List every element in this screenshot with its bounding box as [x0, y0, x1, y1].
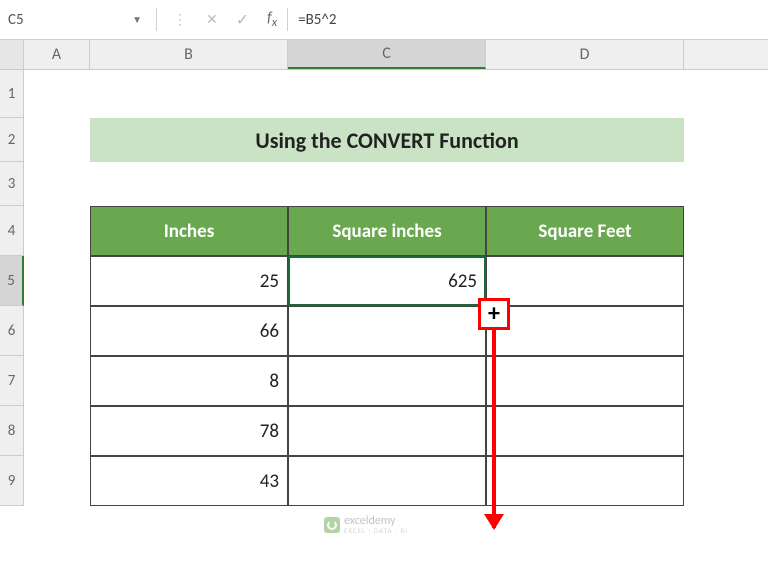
header-inches: Inches — [90, 206, 288, 256]
table-row: 78 — [90, 406, 684, 456]
cell-C8[interactable] — [288, 406, 486, 456]
header-sq-inches: Square inches — [288, 206, 486, 256]
plus-icon: + — [488, 302, 500, 326]
row-header-7[interactable]: 7 — [0, 356, 24, 406]
row-header-4[interactable]: 4 — [0, 206, 24, 256]
table-row: 8 — [90, 356, 684, 406]
divider — [156, 8, 157, 31]
cell-B6[interactable]: 66 — [90, 306, 288, 356]
row-header-6[interactable]: 6 — [0, 306, 24, 356]
col-header-C[interactable]: C — [288, 40, 486, 69]
select-all-corner[interactable] — [0, 40, 24, 69]
waterm、ark: exceldemy EXCEL · DATA · BI — [324, 515, 408, 534]
confirm-icon[interactable]: ✓ — [236, 10, 249, 30]
formula-bar: C5 ▼ ⋮ ✕ ✓ fx =B5^2 — [0, 0, 768, 40]
chevron-down-icon[interactable]: ▼ — [124, 13, 150, 26]
page-title: Using the CONVERT Function — [90, 118, 684, 162]
table-header-row: Inches Square inches Square Feet — [90, 206, 684, 256]
formula-bar-controls: ⋮ ✕ ✓ fx — [163, 9, 287, 30]
name-box[interactable]: C5 ▼ — [0, 0, 150, 39]
header-sq-feet: Square Feet — [486, 206, 684, 256]
cell-C6[interactable] — [288, 306, 486, 356]
formula-text: =B5^2 — [298, 11, 336, 29]
row-header-2[interactable]: 2 — [0, 118, 24, 162]
watermark-tagline: EXCEL · DATA · BI — [344, 527, 408, 534]
row-header-3[interactable]: 3 — [0, 162, 24, 206]
cell-C5[interactable]: 625 — [288, 256, 486, 306]
col-header-A[interactable]: A — [24, 40, 90, 69]
watermark-badge-icon — [324, 517, 340, 533]
drag-down-arrow-icon — [492, 328, 496, 528]
row-header-5[interactable]: 5 — [0, 256, 24, 306]
column-headers: A B C D — [0, 40, 768, 70]
table-row: 43 — [90, 456, 684, 506]
cell-B5[interactable]: 25 — [90, 256, 288, 306]
more-icon: ⋮ — [173, 11, 188, 28]
cell-D9[interactable] — [486, 456, 684, 506]
row-header-9[interactable]: 9 — [0, 456, 24, 506]
cells-area[interactable]: Using the CONVERT Function Inches Square… — [24, 70, 768, 506]
cell-D7[interactable] — [486, 356, 684, 406]
formula-input[interactable]: =B5^2 — [288, 11, 768, 29]
cell-B9[interactable]: 43 — [90, 456, 288, 506]
data-table: Inches Square inches Square Feet 25 625 … — [90, 206, 684, 506]
cell-D5[interactable] — [486, 256, 684, 306]
cell-D8[interactable] — [486, 406, 684, 456]
row-headers: 1 2 3 4 5 6 7 8 9 — [0, 70, 24, 506]
col-header-D[interactable]: D — [486, 40, 684, 69]
fx-icon[interactable]: fx — [267, 9, 277, 30]
table-row: 25 625 — [90, 256, 684, 306]
table-row: 66 — [90, 306, 684, 356]
cell-D6[interactable] — [486, 306, 684, 356]
cell-C9[interactable] — [288, 456, 486, 506]
name-box-value: C5 — [8, 11, 24, 29]
cell-B7[interactable]: 8 — [90, 356, 288, 406]
col-header-B[interactable]: B — [90, 40, 288, 69]
row-header-1[interactable]: 1 — [0, 70, 24, 118]
row-header-8[interactable]: 8 — [0, 406, 24, 456]
cancel-icon[interactable]: ✕ — [206, 11, 218, 28]
cell-C7[interactable] — [288, 356, 486, 406]
fill-handle[interactable]: + — [478, 298, 510, 330]
cell-B8[interactable]: 78 — [90, 406, 288, 456]
